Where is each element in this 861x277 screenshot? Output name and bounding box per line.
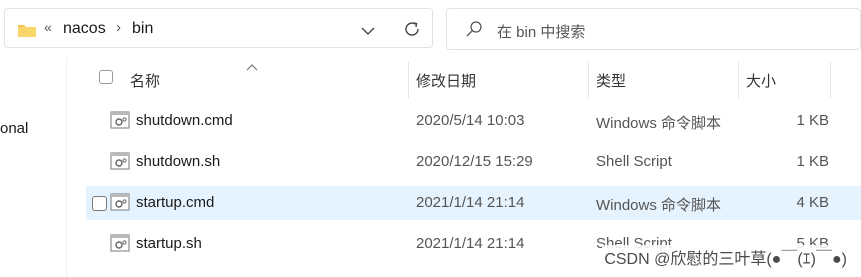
- file-date: 2020/5/14 10:03: [416, 112, 525, 129]
- column-header-name[interactable]: 名称: [130, 70, 160, 91]
- file-type: Windows 命令脚本: [596, 197, 722, 214]
- column-divider[interactable]: [738, 62, 739, 98]
- breadcrumb-nacos[interactable]: nacos: [63, 20, 106, 38]
- refresh-icon[interactable]: [402, 19, 422, 44]
- file-size: 4 KB: [796, 194, 829, 211]
- file-size: 1 KB: [796, 112, 829, 129]
- search-input[interactable]: 在 bin 中搜索: [497, 21, 585, 42]
- column-divider[interactable]: [830, 62, 831, 98]
- breadcrumb-separator-icon[interactable]: ›: [116, 19, 121, 36]
- file-row[interactable]: shutdown.sh 2020/12/15 15:29 Shell Scrip…: [86, 145, 861, 179]
- chevron-down-icon[interactable]: [360, 23, 376, 41]
- column-divider[interactable]: [408, 62, 409, 98]
- search-box[interactable]: 在 bin 中搜索: [446, 8, 861, 50]
- select-all-checkbox[interactable]: [99, 70, 113, 84]
- search-icon: [465, 20, 483, 43]
- column-header-date[interactable]: 修改日期: [416, 70, 476, 91]
- script-file-icon: [110, 152, 130, 175]
- watermark: CSDN @欣慰的三叶草(●￣(ｴ)￣●): [602, 245, 849, 269]
- overflow-chevron-icon[interactable]: «: [44, 19, 52, 35]
- file-type: Windows 命令脚本: [596, 115, 722, 132]
- column-header-row: 名称 修改日期 类型 大小: [86, 62, 861, 98]
- file-type: Shell Script: [596, 153, 672, 170]
- row-checkbox[interactable]: [92, 196, 107, 211]
- nav-pane-item[interactable]: onal: [0, 120, 28, 137]
- file-name[interactable]: shutdown.sh: [136, 153, 220, 170]
- address-bar[interactable]: « nacos › bin: [4, 8, 433, 48]
- file-name[interactable]: startup.sh: [136, 235, 202, 252]
- folder-icon: [17, 22, 37, 43]
- breadcrumb-bin[interactable]: bin: [132, 20, 153, 38]
- column-divider[interactable]: [588, 62, 589, 98]
- file-date: 2020/12/15 15:29: [416, 153, 533, 170]
- script-file-icon: [110, 234, 130, 257]
- sort-ascending-icon: [246, 58, 258, 76]
- file-row-selected[interactable]: startup.cmd 2021/1/14 21:14 Windows 命令脚本…: [86, 186, 861, 220]
- file-date: 2021/1/14 21:14: [416, 235, 525, 252]
- script-file-icon: [110, 111, 130, 134]
- script-file-icon: [110, 193, 130, 216]
- column-header-type[interactable]: 类型: [596, 70, 626, 91]
- file-date: 2021/1/14 21:14: [416, 194, 525, 211]
- file-row[interactable]: shutdown.cmd 2020/5/14 10:03 Windows 命令脚…: [86, 104, 861, 138]
- pane-divider[interactable]: [66, 58, 67, 277]
- column-header-size[interactable]: 大小: [746, 70, 776, 91]
- file-size: 1 KB: [796, 153, 829, 170]
- file-name[interactable]: startup.cmd: [136, 194, 214, 211]
- file-name[interactable]: shutdown.cmd: [136, 112, 233, 129]
